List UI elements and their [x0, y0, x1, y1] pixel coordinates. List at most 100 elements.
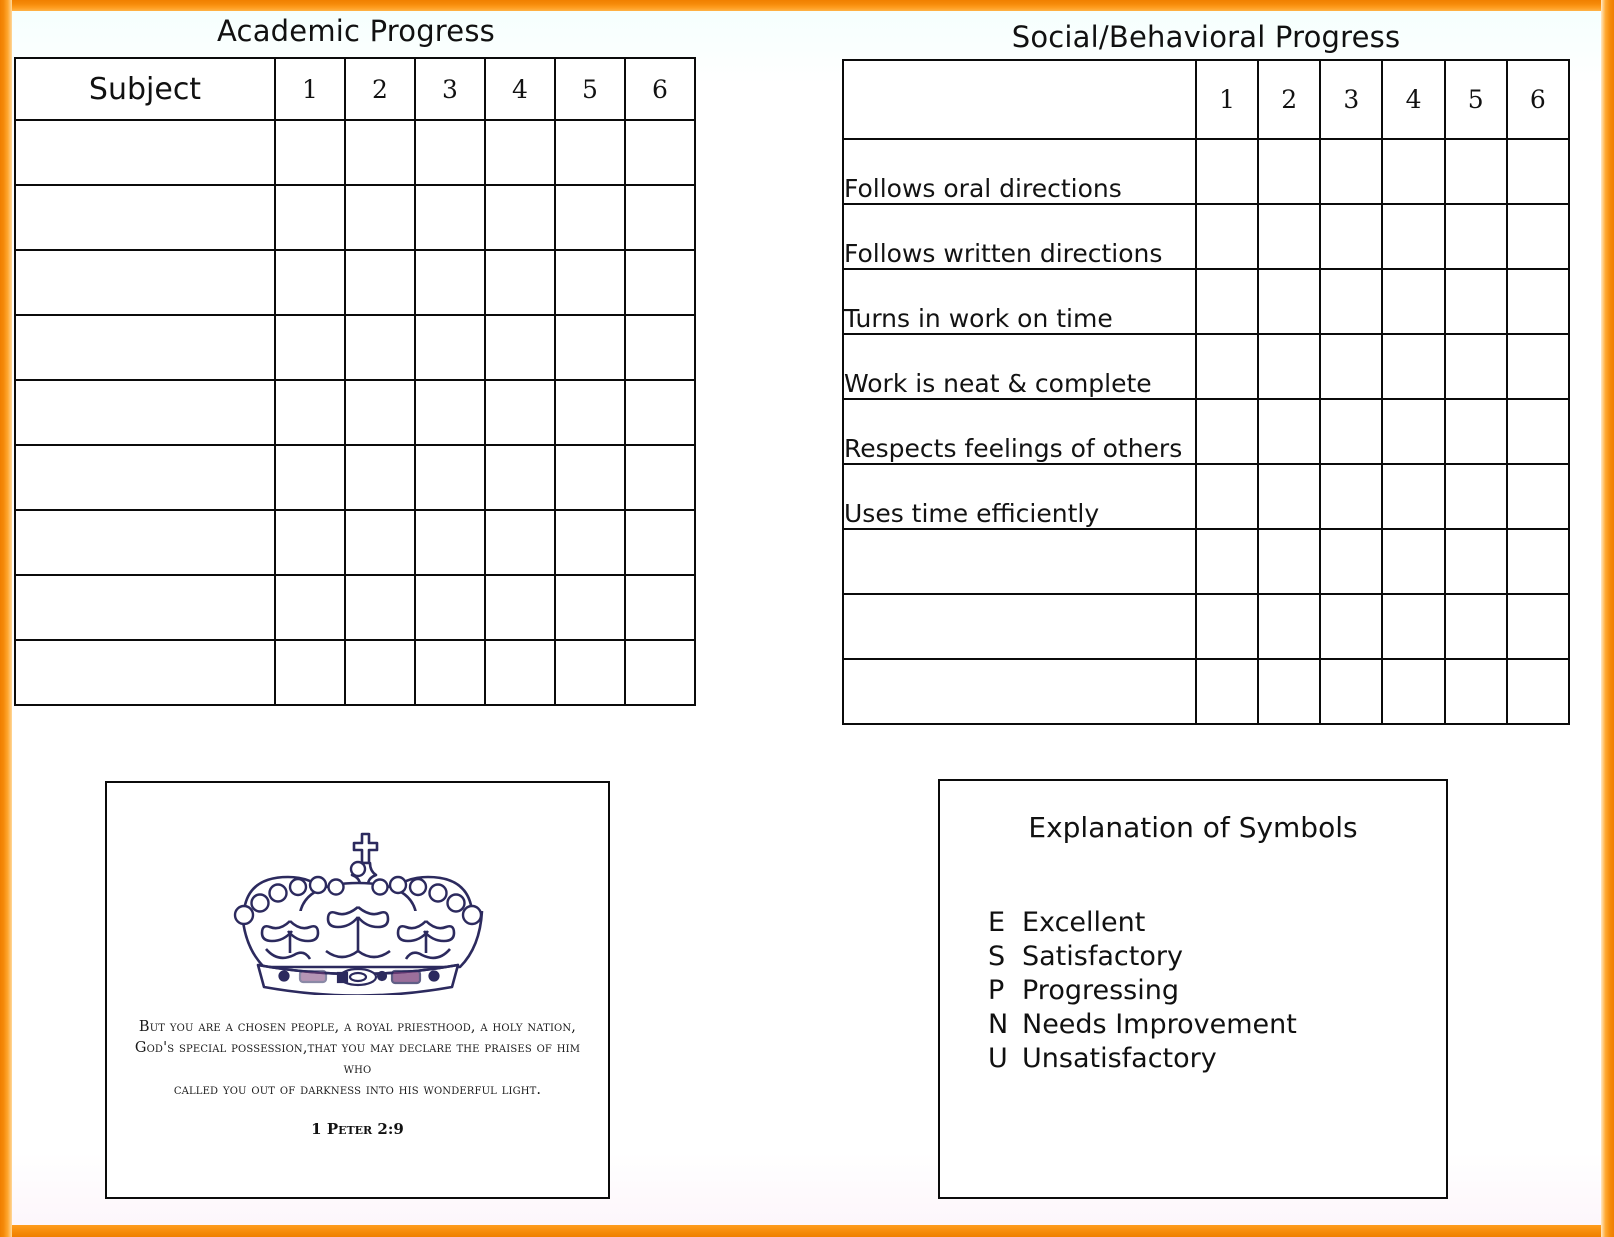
social-mark-cell[interactable] — [1505, 203, 1571, 270]
academic-grade-cell[interactable] — [554, 444, 626, 511]
social-mark-cell[interactable] — [1443, 203, 1508, 270]
academic-grade-cell[interactable] — [344, 574, 416, 641]
academic-grade-cell[interactable] — [274, 444, 346, 511]
social-mark-cell[interactable] — [1505, 658, 1571, 725]
academic-grade-cell[interactable] — [274, 574, 346, 641]
academic-subject-cell[interactable] — [14, 379, 276, 446]
social-mark-cell[interactable] — [1381, 203, 1446, 270]
academic-grade-cell[interactable] — [554, 314, 626, 381]
academic-grade-cell[interactable] — [484, 314, 556, 381]
social-mark-cell[interactable] — [1257, 593, 1322, 660]
academic-grade-cell[interactable] — [344, 444, 416, 511]
academic-grade-cell[interactable] — [554, 119, 626, 186]
academic-grade-cell[interactable] — [554, 184, 626, 251]
academic-grade-cell[interactable] — [274, 509, 346, 576]
social-mark-cell[interactable] — [1381, 593, 1446, 660]
social-mark-cell[interactable] — [1319, 203, 1384, 270]
social-mark-cell[interactable] — [1505, 268, 1571, 335]
social-mark-cell[interactable] — [1319, 658, 1384, 725]
social-mark-cell[interactable] — [1443, 463, 1508, 530]
social-mark-cell[interactable] — [1443, 333, 1508, 400]
academic-grade-cell[interactable] — [274, 119, 346, 186]
social-mark-cell[interactable] — [1194, 138, 1260, 205]
academic-subject-cell[interactable] — [14, 184, 276, 251]
social-mark-cell[interactable] — [1443, 658, 1508, 725]
academic-grade-cell[interactable] — [274, 639, 346, 706]
social-mark-cell[interactable] — [1319, 528, 1384, 595]
social-mark-cell[interactable] — [1257, 398, 1322, 465]
social-mark-cell[interactable] — [1381, 528, 1446, 595]
academic-grade-cell[interactable] — [484, 574, 556, 641]
social-mark-cell[interactable] — [1381, 658, 1446, 725]
academic-grade-cell[interactable] — [344, 314, 416, 381]
social-mark-cell[interactable] — [1319, 593, 1384, 660]
academic-grade-cell[interactable] — [624, 574, 696, 641]
academic-grade-cell[interactable] — [484, 379, 556, 446]
academic-grade-cell[interactable] — [554, 574, 626, 641]
academic-grade-cell[interactable] — [414, 379, 486, 446]
academic-grade-cell[interactable] — [484, 639, 556, 706]
social-mark-cell[interactable] — [1194, 398, 1260, 465]
academic-grade-cell[interactable] — [624, 119, 696, 186]
social-mark-cell[interactable] — [1381, 333, 1446, 400]
social-mark-cell[interactable] — [1443, 398, 1508, 465]
social-mark-cell[interactable] — [1257, 138, 1322, 205]
social-mark-cell[interactable] — [1319, 463, 1384, 530]
social-mark-cell[interactable] — [1194, 268, 1260, 335]
academic-grade-cell[interactable] — [344, 379, 416, 446]
social-mark-cell[interactable] — [1381, 138, 1446, 205]
social-mark-cell[interactable] — [1443, 593, 1508, 660]
social-mark-cell[interactable] — [1257, 463, 1322, 530]
academic-grade-cell[interactable] — [274, 379, 346, 446]
social-mark-cell[interactable] — [1194, 333, 1260, 400]
academic-grade-cell[interactable] — [414, 249, 486, 316]
social-mark-cell[interactable] — [1194, 463, 1260, 530]
social-mark-cell[interactable] — [1257, 203, 1322, 270]
social-mark-cell[interactable] — [1194, 658, 1260, 725]
academic-grade-cell[interactable] — [484, 249, 556, 316]
academic-grade-cell[interactable] — [484, 509, 556, 576]
academic-grade-cell[interactable] — [414, 574, 486, 641]
social-mark-cell[interactable] — [1505, 398, 1571, 465]
academic-grade-cell[interactable] — [274, 249, 346, 316]
social-mark-cell[interactable] — [1443, 528, 1508, 595]
social-mark-cell[interactable] — [1257, 333, 1322, 400]
academic-subject-cell[interactable] — [14, 444, 276, 511]
academic-grade-cell[interactable] — [484, 119, 556, 186]
social-mark-cell[interactable] — [1319, 268, 1384, 335]
academic-subject-cell[interactable] — [14, 119, 276, 186]
academic-grade-cell[interactable] — [554, 639, 626, 706]
academic-grade-cell[interactable] — [554, 379, 626, 446]
academic-grade-cell[interactable] — [624, 509, 696, 576]
academic-grade-cell[interactable] — [344, 119, 416, 186]
social-mark-cell[interactable] — [1443, 138, 1508, 205]
social-mark-cell[interactable] — [1257, 658, 1322, 725]
academic-subject-cell[interactable] — [14, 314, 276, 381]
social-mark-cell[interactable] — [1381, 463, 1446, 530]
academic-grade-cell[interactable] — [624, 379, 696, 446]
academic-grade-cell[interactable] — [624, 639, 696, 706]
social-mark-cell[interactable] — [1381, 398, 1446, 465]
academic-grade-cell[interactable] — [414, 119, 486, 186]
academic-subject-cell[interactable] — [14, 509, 276, 576]
academic-grade-cell[interactable] — [484, 444, 556, 511]
social-mark-cell[interactable] — [1505, 138, 1571, 205]
social-mark-cell[interactable] — [1257, 528, 1322, 595]
academic-grade-cell[interactable] — [414, 509, 486, 576]
social-mark-cell[interactable] — [1319, 333, 1384, 400]
academic-grade-cell[interactable] — [344, 184, 416, 251]
academic-grade-cell[interactable] — [344, 509, 416, 576]
social-mark-cell[interactable] — [1505, 528, 1571, 595]
social-mark-cell[interactable] — [1381, 268, 1446, 335]
academic-grade-cell[interactable] — [414, 184, 486, 251]
social-mark-cell[interactable] — [1319, 138, 1384, 205]
academic-grade-cell[interactable] — [344, 639, 416, 706]
academic-subject-cell[interactable] — [14, 574, 276, 641]
social-mark-cell[interactable] — [1194, 203, 1260, 270]
academic-grade-cell[interactable] — [414, 314, 486, 381]
academic-grade-cell[interactable] — [624, 444, 696, 511]
social-mark-cell[interactable] — [1194, 528, 1260, 595]
academic-grade-cell[interactable] — [484, 184, 556, 251]
academic-grade-cell[interactable] — [624, 249, 696, 316]
social-mark-cell[interactable] — [1505, 593, 1571, 660]
